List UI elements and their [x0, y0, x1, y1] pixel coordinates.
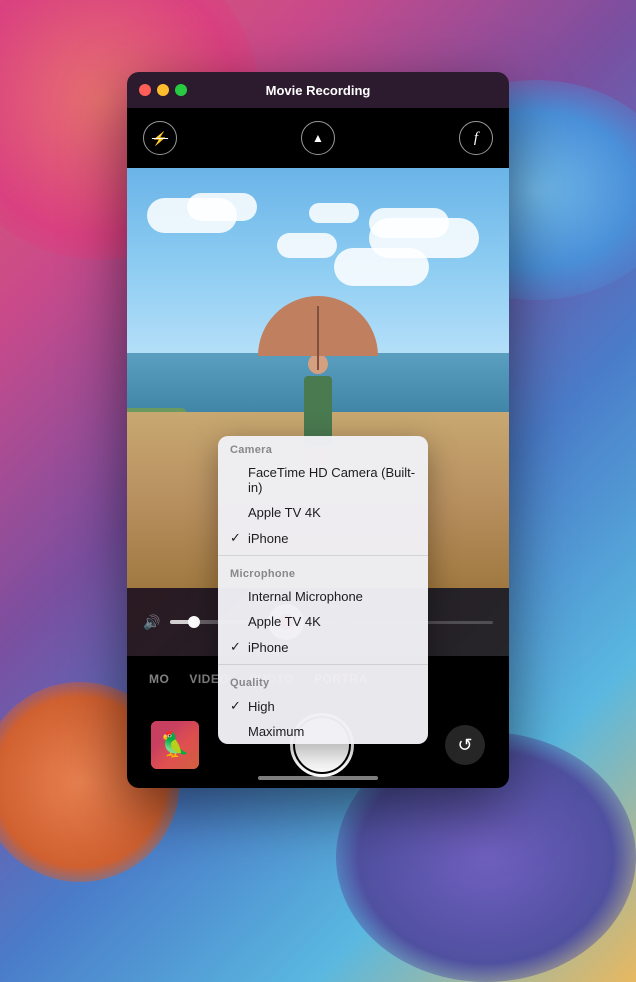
- check-icon-mic: ✓: [230, 639, 246, 655]
- photo-thumbnail[interactable]: [151, 721, 199, 769]
- camera-option-appletv[interactable]: Apple TV 4K: [218, 500, 428, 525]
- check-icon-quality: ✓: [230, 698, 246, 714]
- cloud-5: [277, 233, 337, 258]
- home-indicator: [258, 776, 378, 780]
- microphone-section-header: Microphone: [218, 560, 428, 584]
- volume-icon: 🔊: [143, 614, 160, 631]
- umbrella: [258, 296, 378, 356]
- camera-option-facetime[interactable]: FaceTime HD Camera (Built-in): [218, 460, 428, 500]
- maximize-button[interactable]: [175, 84, 187, 96]
- flash-icon: ⚡: [152, 132, 168, 145]
- quality-high-label: High: [248, 699, 416, 714]
- divider-1: [218, 555, 428, 556]
- quality-option-maximum[interactable]: Maximum: [218, 719, 428, 744]
- chevron-up-icon: ▲: [312, 132, 324, 144]
- check-icon-camera: ✓: [230, 530, 246, 546]
- cloud-7: [309, 203, 359, 223]
- mic-appletv-label: Apple TV 4K: [248, 614, 416, 629]
- font-button[interactable]: f: [459, 121, 493, 155]
- close-button[interactable]: [139, 84, 151, 96]
- tab-mo[interactable]: MO: [139, 672, 179, 686]
- camera-option-iphone[interactable]: ✓ iPhone: [218, 525, 428, 551]
- quality-section-header: Quality: [218, 669, 428, 693]
- mic-internal-label: Internal Microphone: [248, 589, 416, 604]
- slider-thumb: [188, 616, 200, 628]
- titlebar: Movie Recording: [127, 72, 509, 108]
- flip-camera-button[interactable]: ↺: [445, 725, 485, 765]
- mic-option-appletv[interactable]: Apple TV 4K: [218, 609, 428, 634]
- camera-iphone-label: iPhone: [248, 531, 416, 546]
- viewfinder-controls: ⚡ ▲ f: [127, 108, 509, 168]
- minimize-button[interactable]: [157, 84, 169, 96]
- divider-2: [218, 664, 428, 665]
- flash-button[interactable]: ⚡: [143, 121, 177, 155]
- mic-option-internal[interactable]: Internal Microphone: [218, 584, 428, 609]
- cloud-4: [369, 208, 449, 238]
- traffic-lights: [139, 84, 187, 96]
- umbrella-ribs: [317, 306, 319, 356]
- thumbnail-image: [151, 721, 199, 769]
- camera-facetime-label: FaceTime HD Camera (Built-in): [248, 465, 416, 495]
- cloud-2: [187, 193, 257, 221]
- camera-settings-dropdown: Camera FaceTime HD Camera (Built-in) App…: [218, 436, 428, 744]
- font-icon: f: [474, 131, 478, 146]
- flip-icon: ↺: [457, 735, 472, 756]
- camera-appletv-label: Apple TV 4K: [248, 505, 416, 520]
- quality-option-high[interactable]: ✓ High: [218, 693, 428, 719]
- mic-iphone-label: iPhone: [248, 640, 416, 655]
- chevron-up-button[interactable]: ▲: [301, 121, 335, 155]
- quality-maximum-label: Maximum: [248, 724, 416, 739]
- cloud-6: [334, 248, 429, 286]
- window-title: Movie Recording: [266, 83, 371, 98]
- mic-option-iphone[interactable]: ✓ iPhone: [218, 634, 428, 660]
- camera-section-header: Camera: [218, 436, 428, 460]
